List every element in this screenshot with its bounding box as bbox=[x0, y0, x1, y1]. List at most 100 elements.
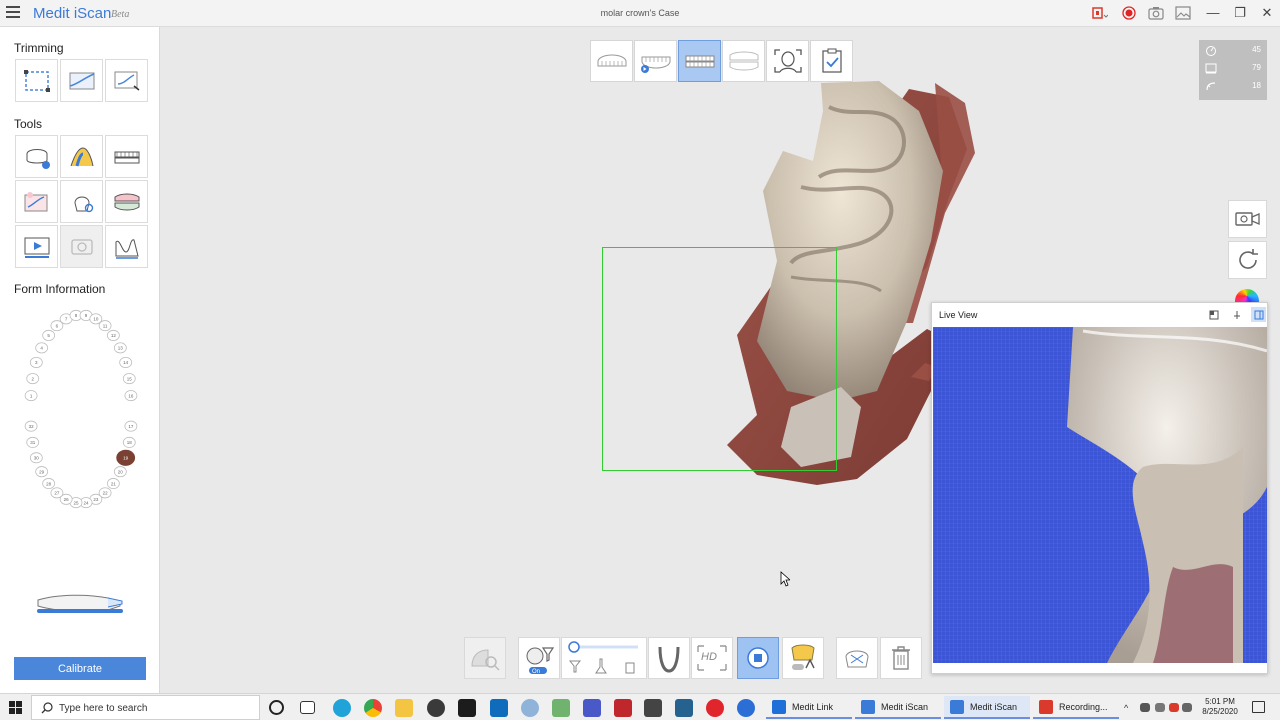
stat-frame-rate: 45 bbox=[1199, 42, 1267, 59]
ai-filter-button[interactable] bbox=[782, 637, 824, 679]
minimize-icon[interactable]: — bbox=[1205, 5, 1221, 21]
usb-icon[interactable] bbox=[1155, 703, 1165, 712]
tooth-2[interactable]: 2 bbox=[26, 373, 40, 385]
mail-icon[interactable] bbox=[490, 699, 508, 717]
calibrate-button[interactable]: Calibrate bbox=[14, 657, 146, 680]
tooth-19[interactable]: 19 bbox=[116, 449, 136, 466]
clock-time: 5:01 PM bbox=[1205, 697, 1235, 706]
stage-pre-op[interactable] bbox=[722, 40, 765, 82]
security-icon[interactable] bbox=[1169, 703, 1179, 712]
tooth-14[interactable]: 14 bbox=[119, 356, 133, 368]
hd-mode-glyph: HD bbox=[701, 651, 717, 663]
task-view-icon[interactable] bbox=[300, 701, 315, 714]
exocad-icon[interactable] bbox=[644, 699, 662, 717]
app-icon-3[interactable] bbox=[583, 699, 601, 717]
tooth-28[interactable]: 28 bbox=[42, 478, 56, 490]
record-video-button[interactable] bbox=[1228, 200, 1267, 238]
tooth-4[interactable]: 4 bbox=[35, 342, 49, 354]
edge-browser-icon[interactable] bbox=[333, 699, 351, 717]
scan-region-button[interactable] bbox=[464, 637, 506, 679]
app-icon-4[interactable] bbox=[675, 699, 693, 717]
stage-occlusion[interactable] bbox=[678, 40, 721, 82]
tooth-17[interactable]: 17 bbox=[124, 420, 138, 432]
tooth-18[interactable]: 18 bbox=[122, 436, 136, 448]
stage-checklist[interactable] bbox=[810, 40, 853, 82]
snapshot-button[interactable] bbox=[836, 637, 878, 679]
tooth-3[interactable]: 3 bbox=[29, 356, 43, 368]
cortana-icon[interactable] bbox=[269, 700, 284, 715]
photos-app-icon[interactable] bbox=[427, 699, 445, 717]
volume-icon[interactable] bbox=[1182, 703, 1192, 712]
app-icon-5[interactable] bbox=[737, 699, 755, 717]
network-icon[interactable] bbox=[1140, 703, 1150, 712]
file-explorer-icon[interactable] bbox=[395, 699, 413, 717]
tooth-32[interactable]: 32 bbox=[24, 420, 38, 432]
notification-center-icon[interactable] bbox=[1252, 701, 1265, 713]
lasso-trim-button[interactable] bbox=[105, 59, 148, 102]
tray-chevron-icon[interactable]: ^ bbox=[1124, 703, 1128, 713]
record-icon[interactable] bbox=[1121, 6, 1137, 20]
tooth-5[interactable]: 5 bbox=[42, 329, 56, 341]
bite-button[interactable] bbox=[105, 180, 148, 223]
color-analysis-button[interactable] bbox=[60, 135, 103, 178]
tooth-12[interactable]: 12 bbox=[106, 329, 120, 341]
tooth-29[interactable]: 29 bbox=[35, 466, 49, 478]
select-area-button[interactable] bbox=[15, 59, 58, 102]
tooth-16[interactable]: 16 bbox=[124, 390, 138, 402]
taskbar-search-box[interactable]: Type here to search bbox=[31, 695, 260, 720]
windows-start-icon[interactable] bbox=[9, 701, 22, 714]
capture-button[interactable] bbox=[60, 225, 103, 268]
app-icon-1[interactable] bbox=[521, 699, 539, 717]
tooth-number: 24 bbox=[84, 500, 90, 505]
stop-scan-button[interactable] bbox=[737, 637, 779, 679]
store-icon[interactable] bbox=[458, 699, 476, 717]
stat-value: 18 bbox=[1252, 81, 1261, 90]
tooth-30[interactable]: 30 bbox=[29, 452, 43, 464]
filter-slider-button[interactable] bbox=[561, 637, 647, 679]
tooth-20[interactable]: 20 bbox=[113, 466, 127, 478]
taskbar-app-medit-link[interactable]: Medit Link bbox=[766, 696, 852, 719]
opera-icon[interactable] bbox=[706, 699, 724, 717]
screen-record-menu-icon[interactable] bbox=[1092, 6, 1108, 20]
color-wheel-icon[interactable] bbox=[1235, 289, 1259, 303]
shade-tool-button[interactable] bbox=[60, 180, 103, 223]
stage-face-scan[interactable] bbox=[766, 40, 809, 82]
tooth-chart[interactable]: 12345678 91011121314151617181920212223242… bbox=[20, 309, 142, 509]
image-icon[interactable] bbox=[1175, 6, 1191, 20]
tooth-1[interactable]: 1 bbox=[24, 390, 38, 402]
popout-icon[interactable] bbox=[1206, 307, 1221, 322]
tooth-21[interactable]: 21 bbox=[106, 478, 120, 490]
camera-icon[interactable] bbox=[1148, 6, 1164, 20]
tooth-11[interactable]: 11 bbox=[98, 320, 112, 332]
system-clock[interactable]: 5:01 PM 8/25/2020 bbox=[1196, 697, 1244, 717]
occlusion-button[interactable] bbox=[105, 135, 148, 178]
ruler-button[interactable] bbox=[105, 225, 148, 268]
trim-plane-button[interactable] bbox=[60, 59, 103, 102]
arch-button[interactable] bbox=[648, 637, 690, 679]
tooth-27[interactable]: 27 bbox=[50, 487, 64, 499]
pin-icon[interactable] bbox=[1229, 307, 1244, 322]
mouse-cursor-icon bbox=[780, 571, 790, 587]
taskbar-app-medit-iscan-2[interactable]: Medit iScan bbox=[944, 696, 1030, 719]
hamburger-menu-icon[interactable] bbox=[6, 6, 20, 20]
chrome-icon[interactable] bbox=[364, 699, 382, 717]
hd-mode-button[interactable]: HD bbox=[691, 637, 733, 679]
tooth-31[interactable]: 31 bbox=[26, 436, 40, 448]
close-icon[interactable]: ✕ bbox=[1259, 5, 1275, 21]
taskbar-app-medit-iscan-1[interactable]: Medit iScan bbox=[855, 696, 941, 719]
maximize-icon[interactable]: ❐ bbox=[1232, 5, 1248, 21]
taskbar-app-recording[interactable]: Recording... bbox=[1033, 696, 1119, 719]
filezilla-icon[interactable] bbox=[614, 699, 632, 717]
stage-maxilla[interactable] bbox=[590, 40, 633, 82]
reset-view-button[interactable] bbox=[1228, 241, 1267, 279]
tooth-13[interactable]: 13 bbox=[113, 342, 127, 354]
filter-toggle-button[interactable]: On bbox=[518, 637, 560, 679]
compare-button[interactable] bbox=[15, 180, 58, 223]
stage-mandible[interactable] bbox=[634, 40, 677, 82]
delete-button[interactable] bbox=[880, 637, 922, 679]
panel-layout-icon[interactable] bbox=[1251, 307, 1266, 322]
tooth-analysis-button[interactable] bbox=[15, 135, 58, 178]
playback-button[interactable] bbox=[15, 225, 58, 268]
app-icon-2[interactable] bbox=[552, 699, 570, 717]
tooth-15[interactable]: 15 bbox=[122, 373, 136, 385]
